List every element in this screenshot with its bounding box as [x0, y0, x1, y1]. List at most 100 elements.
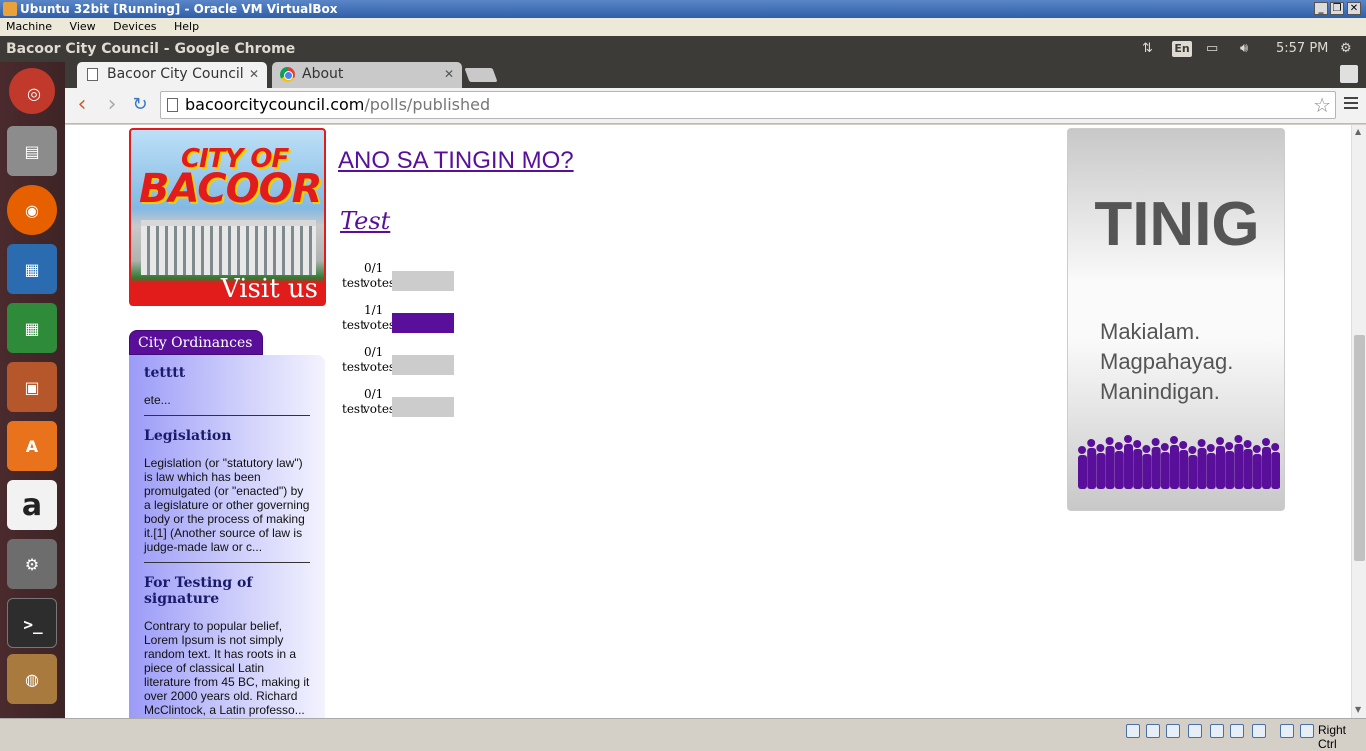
tab-bacoor-city-council[interactable]: Bacoor City Council ✕	[77, 62, 267, 88]
menu-machine[interactable]: Machine	[6, 20, 52, 33]
ordinance-excerpt: Legislation (or "statutory law") is law …	[144, 456, 310, 554]
impress-icon[interactable]: ▣	[7, 362, 57, 412]
dash-home-icon[interactable]: ◎	[9, 68, 55, 114]
network-adapter-icon[interactable]	[1188, 724, 1202, 738]
ordinance-title[interactable]: Legislation	[144, 428, 310, 444]
city-ordinances-panel: tetttt ete... Legislation Legislation (o…	[129, 355, 325, 718]
volume-icon[interactable]: 🔊︎	[1240, 36, 1248, 62]
poll-result-bar	[392, 355, 454, 375]
writer-icon[interactable]: ▦	[7, 244, 57, 294]
menu-view[interactable]: View	[70, 20, 96, 33]
software-center-icon[interactable]: A	[7, 421, 57, 471]
firefox-icon[interactable]: ◉	[7, 185, 57, 235]
keyboard-indicator[interactable]: En	[1172, 41, 1192, 57]
network-icon[interactable]: ⇅	[1142, 36, 1153, 62]
scroll-up-icon[interactable]: ▲	[1355, 127, 1361, 136]
terminal-icon[interactable]: >_	[7, 598, 57, 648]
tinig-tagline: Makialam.	[1100, 319, 1201, 344]
new-tab-button[interactable]	[464, 68, 498, 82]
url-host: bacoorcitycouncil.com	[185, 95, 365, 114]
poll-vote-count: 0/1	[364, 387, 384, 401]
address-bar[interactable]: bacoorcitycouncil.com/polls/published ☆	[160, 91, 1336, 119]
poll-question[interactable]: Test	[340, 207, 390, 235]
forward-icon[interactable]: ›	[101, 94, 123, 116]
session-gear-icon[interactable]: ⚙	[1340, 36, 1352, 62]
poll-votes-label: votes	[363, 276, 396, 290]
poll-result-bar	[392, 313, 454, 333]
host-key-label: Right Ctrl	[1318, 723, 1347, 751]
ordinance-item[interactable]: Legislation Legislation (or "statutory l…	[144, 428, 310, 563]
virtualbox-title: Ubuntu 32bit [Running] - Oracle VM Virtu…	[20, 2, 338, 16]
usb-icon[interactable]	[1166, 724, 1180, 738]
ordinance-title[interactable]: tetttt	[144, 365, 310, 381]
restore-icon[interactable]: ❐	[1330, 2, 1344, 15]
poll-option-label: test	[342, 318, 365, 332]
menu-devices[interactable]: Devices	[113, 20, 156, 33]
scrollbar-thumb[interactable]	[1354, 335, 1365, 561]
amazon-icon[interactable]: a	[7, 480, 57, 530]
close-icon[interactable]: ✕	[1347, 2, 1361, 15]
video-capture-icon[interactable]	[1252, 724, 1266, 738]
poll-vote-count: 1/1	[364, 303, 384, 317]
url-path: /polls/published	[364, 95, 491, 114]
scroll-down-icon[interactable]: ▼	[1355, 705, 1361, 714]
poll-votes-label: votes	[363, 402, 396, 416]
bacoor-visit-banner[interactable]: CITY OF BACOOR Visit us	[129, 128, 326, 306]
clock[interactable]: 5:57 PM	[1276, 36, 1328, 62]
bookmark-star-icon[interactable]: ☆	[1313, 92, 1331, 118]
poll-result-bar	[392, 397, 454, 417]
city-hall-image	[141, 220, 316, 275]
system-settings-icon[interactable]: ⚙	[7, 539, 57, 589]
web-page: CITY OF BACOOR Visit us City Ordinances …	[65, 125, 1351, 718]
virtualbox-menu-bar: Machine View Devices Help	[0, 18, 1366, 36]
poll-result-bar	[392, 271, 454, 291]
ordinance-title[interactable]: For Testing of signature	[144, 575, 310, 607]
virtualbox-icon	[3, 2, 17, 16]
poll-votes-label: votes	[363, 318, 396, 332]
poll-option-label: test	[342, 360, 365, 374]
tinig-title: TINIG	[1094, 190, 1260, 259]
window-title: Bacoor City Council - Google Chrome	[6, 41, 296, 57]
reload-icon[interactable]: ↻	[129, 94, 151, 116]
ordinance-excerpt: ete...	[144, 393, 171, 407]
ordinance-excerpt: Contrary to popular belief, Lorem Ipsum …	[144, 619, 310, 717]
files-icon[interactable]: ▤	[7, 126, 57, 176]
back-icon[interactable]: ‹	[71, 94, 93, 116]
chrome-menu-icon[interactable]	[1344, 97, 1358, 111]
tinig-tagline: Manindigan.	[1100, 379, 1220, 404]
crowd-silhouette-image	[1078, 435, 1280, 489]
calc-icon[interactable]: ▦	[7, 303, 57, 353]
page-icon	[87, 68, 98, 81]
keyboard-capture-icon[interactable]	[1300, 724, 1314, 738]
battery-icon[interactable]: ▭	[1206, 36, 1218, 62]
page-scrollbar[interactable]: ▲ ▼	[1351, 125, 1366, 718]
profile-icon[interactable]	[1340, 65, 1358, 83]
poll-heading[interactable]: ANO SA TINGIN MO?	[338, 147, 574, 175]
ordinance-item[interactable]: tetttt ete...	[144, 365, 310, 416]
minimize-icon[interactable]: _	[1314, 2, 1328, 15]
virtualbox-status-bar: Right Ctrl	[0, 718, 1366, 751]
shared-folders-icon[interactable]	[1210, 724, 1224, 738]
display-icon[interactable]	[1230, 724, 1244, 738]
tab-label: Bacoor City Council	[107, 66, 244, 82]
tab-about[interactable]: About ✕	[272, 62, 462, 88]
virtualbox-title-bar: Ubuntu 32bit [Running] - Oracle VM Virtu…	[0, 0, 1366, 18]
city-ordinances-tab[interactable]: City Ordinances	[129, 330, 263, 355]
poll-option-label: test	[342, 402, 365, 416]
unity-launcher: ◎ ▤ ◉ ▦ ▦ ▣ A a ⚙ >_ ◍	[0, 62, 65, 718]
tab-label: About	[302, 66, 344, 82]
tinig-ad-banner[interactable]: TINIG Makialam. Magpahayag. Manindigan.	[1067, 128, 1285, 511]
poll-vote-count: 0/1	[364, 261, 384, 275]
poll-votes-label: votes	[363, 360, 396, 374]
ordinance-item[interactable]: For Testing of signature Contrary to pop…	[144, 575, 310, 718]
tab-close-icon[interactable]: ✕	[444, 62, 454, 86]
poll-option-label: test	[342, 276, 365, 290]
chrome-icon[interactable]: ◍	[7, 654, 57, 704]
bacoor-logo: CITY OF BACOOR	[139, 144, 322, 212]
menu-help[interactable]: Help	[174, 20, 199, 33]
optical-drive-icon[interactable]	[1146, 724, 1160, 738]
tab-close-icon[interactable]: ✕	[249, 62, 259, 86]
mouse-integration-icon[interactable]	[1280, 724, 1294, 738]
hard-disk-icon[interactable]	[1126, 724, 1140, 738]
poll-vote-count: 0/1	[364, 345, 384, 359]
